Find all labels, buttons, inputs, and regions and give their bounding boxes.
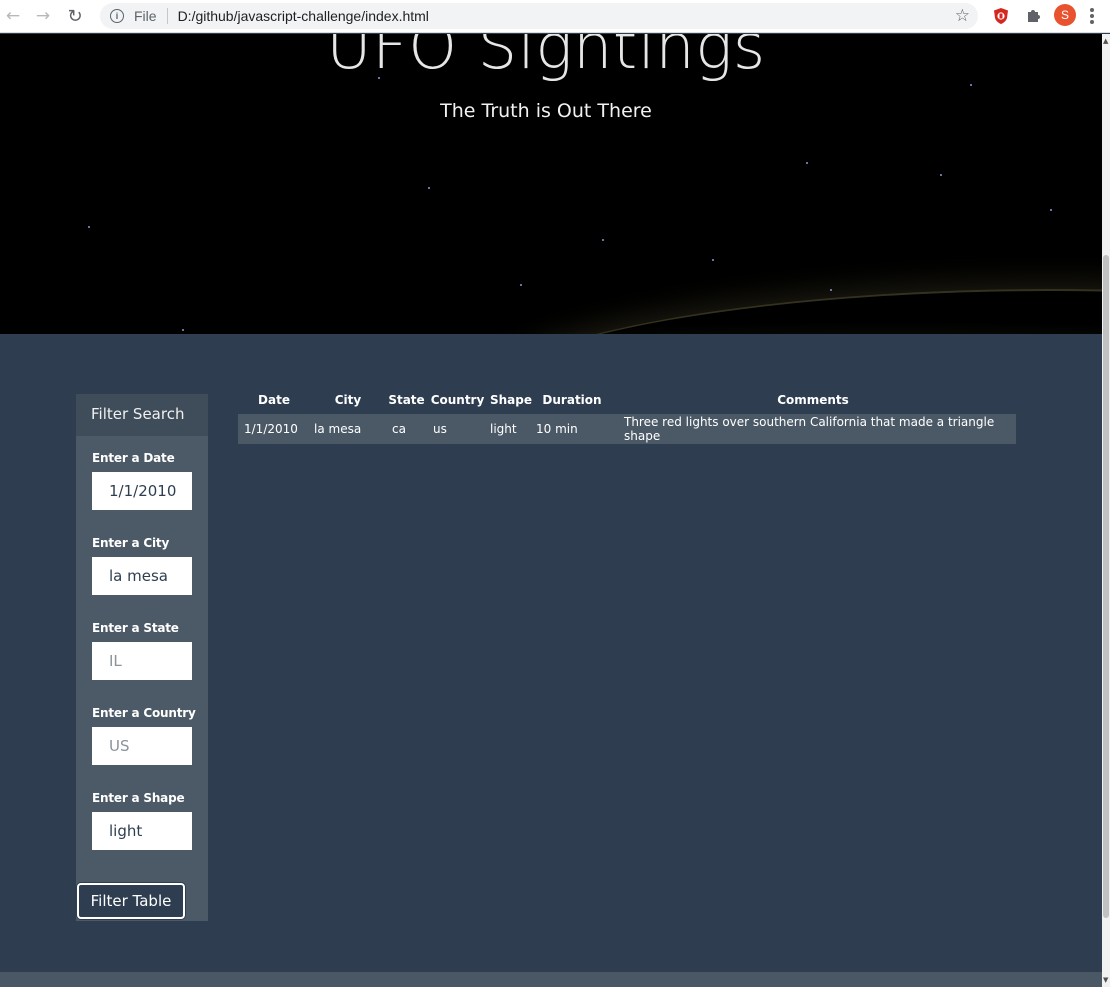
state-input[interactable] bbox=[92, 642, 192, 680]
table-row: 1/1/2010 la mesa ca us light 10 min Thre… bbox=[238, 414, 1016, 444]
column-header-shape: Shape bbox=[489, 393, 532, 407]
country-input[interactable] bbox=[92, 727, 192, 765]
address-bar[interactable]: i File D:/github/javascript-challenge/in… bbox=[100, 3, 978, 29]
scrollbar-thumb[interactable] bbox=[1103, 255, 1109, 918]
info-icon[interactable]: i bbox=[110, 9, 124, 23]
browser-toolbar: ← → ↻ i File D:/github/javascript-challe… bbox=[0, 0, 1110, 33]
cell-shape: light bbox=[488, 414, 534, 444]
column-header-city: City bbox=[334, 393, 362, 407]
earth-horizon bbox=[450, 289, 1102, 334]
star-icon[interactable]: ☆ bbox=[955, 6, 970, 26]
star-dot bbox=[1050, 209, 1052, 211]
shield-extension-icon[interactable] bbox=[991, 6, 1011, 26]
city-input[interactable] bbox=[92, 557, 192, 595]
star-dot bbox=[428, 187, 430, 189]
star-dot bbox=[806, 162, 808, 164]
cell-city: la mesa bbox=[310, 414, 386, 444]
star-dot bbox=[602, 239, 604, 241]
back-icon[interactable]: ← bbox=[2, 5, 24, 27]
reload-icon[interactable]: ↻ bbox=[64, 5, 86, 27]
menu-icon[interactable] bbox=[1090, 8, 1094, 24]
forward-icon[interactable]: → bbox=[32, 5, 54, 27]
star-dot bbox=[182, 329, 184, 331]
ufo-table: Date City State Country Shape Duration C… bbox=[238, 386, 1016, 444]
url-text[interactable]: D:/github/javascript-challenge/index.htm… bbox=[178, 8, 429, 24]
filter-table-button[interactable]: Filter Table bbox=[77, 883, 185, 919]
url-scheme-label: File bbox=[134, 8, 157, 24]
column-header-country: Country bbox=[430, 393, 485, 407]
shape-input[interactable] bbox=[92, 812, 192, 850]
table-header-row: Date City State Country Shape Duration C… bbox=[238, 386, 1016, 414]
page-title: UFO Sightings bbox=[326, 34, 766, 83]
hero-banner: UFO Sightings The Truth is Out There bbox=[0, 34, 1102, 334]
cell-comments: Three red lights over southern Californi… bbox=[610, 414, 1016, 444]
city-label: Enter a City bbox=[92, 536, 170, 550]
column-header-duration: Duration bbox=[542, 393, 602, 407]
column-header-comments: Comments bbox=[777, 393, 849, 407]
shape-label: Enter a Shape bbox=[92, 791, 185, 805]
cell-duration: 10 min bbox=[534, 414, 610, 444]
country-label: Enter a Country bbox=[92, 706, 196, 720]
cell-date: 1/1/2010 bbox=[238, 414, 310, 444]
star-dot bbox=[520, 284, 522, 286]
state-label: Enter a State bbox=[92, 621, 179, 635]
page-subtitle: The Truth is Out There bbox=[440, 100, 652, 122]
star-dot bbox=[830, 289, 832, 291]
star-dot bbox=[970, 84, 972, 86]
cell-state: ca bbox=[386, 414, 427, 444]
page-footer bbox=[0, 972, 1102, 987]
puzzle-extension-icon[interactable] bbox=[1023, 6, 1043, 26]
date-label: Enter a Date bbox=[92, 451, 175, 465]
scroll-up-icon[interactable]: ▲ bbox=[1103, 37, 1108, 45]
star-dot bbox=[88, 226, 90, 228]
date-input[interactable] bbox=[92, 472, 192, 510]
star-dot bbox=[712, 259, 714, 261]
scroll-down-icon[interactable]: ▼ bbox=[1103, 976, 1108, 984]
filter-panel-title: Filter Search bbox=[76, 394, 208, 436]
cell-country: us bbox=[427, 414, 488, 444]
column-header-state: State bbox=[388, 393, 425, 407]
star-dot bbox=[940, 174, 942, 176]
column-header-date: Date bbox=[258, 393, 290, 407]
avatar[interactable]: S bbox=[1054, 4, 1076, 26]
omnibox-separator bbox=[166, 8, 168, 24]
